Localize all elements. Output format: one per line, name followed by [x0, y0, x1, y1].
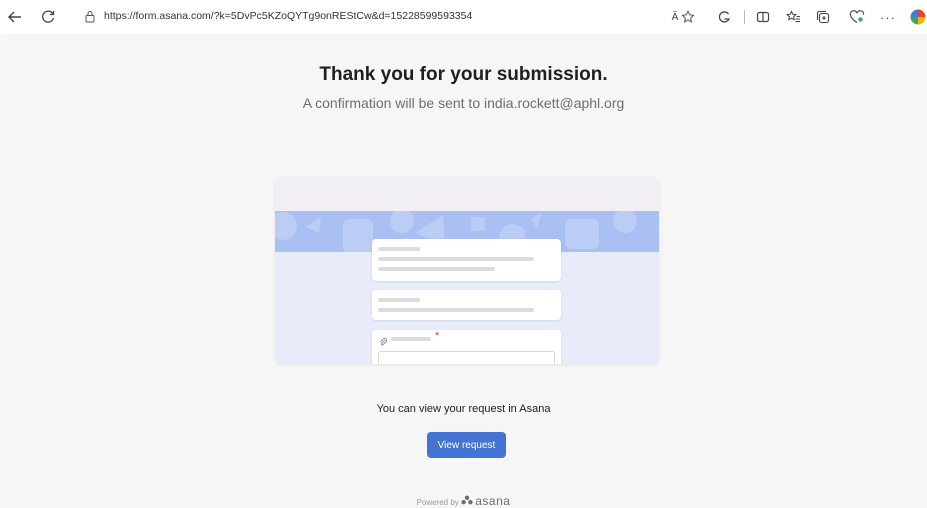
back-arrow-icon[interactable]: [4, 6, 26, 28]
required-asterisk: *: [435, 330, 440, 342]
confirmation-title: Thank you for your submission.: [319, 64, 608, 85]
preview-header: [275, 177, 659, 211]
split-screen-icon[interactable]: [752, 6, 774, 28]
form-preview-illustration: *: [275, 177, 659, 364]
preview-line: [378, 257, 534, 261]
favorites-icon[interactable]: [782, 6, 804, 28]
collections-icon[interactable]: [812, 6, 834, 28]
preview-line: [378, 298, 420, 302]
view-request-button[interactable]: View request: [427, 432, 506, 458]
confirmation-subtitle: A confirmation will be sent to india.roc…: [302, 95, 625, 111]
more-icon[interactable]: ···: [877, 6, 899, 28]
preview-line: [391, 337, 431, 341]
preview-card-2: [372, 290, 561, 320]
refresh-icon[interactable]: [37, 6, 59, 28]
asana-wordmark: asana: [475, 494, 511, 508]
paperclip-icon: [378, 334, 388, 352]
preview-line: [378, 247, 420, 251]
powered-by-label: Powered by: [416, 498, 459, 507]
favorite-star-icon[interactable]: [677, 6, 699, 28]
powered-by-footer[interactable]: Powered by asana: [0, 494, 927, 508]
preview-card-3: *: [372, 330, 561, 364]
asana-logo-icon: [461, 495, 475, 507]
url-text[interactable]: https://form.asana.com/?k=5DvPc5KZoQYTg9…: [104, 10, 472, 22]
address-bar[interactable]: https://form.asana.com/?k=5DvPc5KZoQYTg9…: [70, 4, 710, 30]
preview-card-1: [372, 239, 561, 281]
view-request-text: You can view your request in Asana: [376, 403, 551, 415]
preview-input: [378, 351, 555, 364]
lock-icon[interactable]: [84, 10, 96, 28]
extensions-icon[interactable]: [846, 6, 868, 28]
edge-logo-icon[interactable]: [907, 6, 927, 28]
copilot-icon[interactable]: [713, 6, 735, 28]
preview-line: [378, 308, 534, 312]
browser-toolbar: https://form.asana.com/?k=5DvPc5KZoQYTg9…: [0, 0, 927, 34]
toolbar-separator: [744, 10, 745, 24]
preview-line: [378, 267, 495, 271]
